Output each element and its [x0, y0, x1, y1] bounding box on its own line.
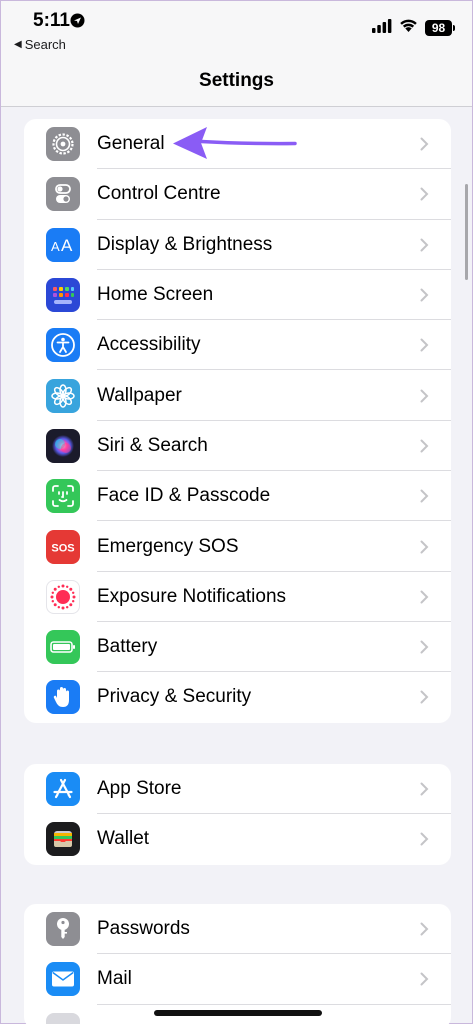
accessibility-icon — [46, 328, 80, 363]
arrow-annotation-icon — [171, 125, 297, 166]
settings-row-passwords[interactable]: Passwords — [24, 904, 451, 955]
wallet-icon — [46, 822, 80, 857]
exposure-icon — [46, 579, 80, 614]
chevron-right-icon — [420, 389, 429, 408]
settings-row-label: Siri & Search — [97, 434, 208, 456]
svg-text:SOS: SOS — [51, 542, 74, 554]
settings-row-display-brightness[interactable]: A A Display & Brightness — [24, 220, 451, 270]
key-icon — [46, 912, 80, 947]
settings-row-label: Battery — [97, 636, 158, 658]
chevron-right-icon — [420, 590, 429, 609]
chevron-right-icon — [420, 972, 429, 991]
siri-icon — [46, 428, 80, 463]
scroll-indicator[interactable] — [465, 184, 468, 280]
svg-text:A: A — [51, 239, 60, 254]
settings-row-label: App Store — [97, 778, 182, 800]
settings-row-wallet[interactable]: Wallet — [24, 814, 451, 864]
settings-row-battery[interactable]: Battery — [24, 622, 451, 673]
chevron-right-icon — [420, 137, 429, 156]
hand-icon — [46, 680, 80, 715]
settings-row-app-store[interactable]: App Store — [24, 764, 451, 815]
cellular-signal-icon — [372, 19, 392, 38]
status-time: 5:11 — [33, 10, 70, 31]
svg-text:A: A — [61, 236, 73, 255]
settings-row-accessibility[interactable]: Accessibility — [24, 320, 451, 371]
back-to-search-link[interactable]: ◀ Search — [14, 37, 66, 52]
flower-icon — [46, 378, 80, 413]
chevron-right-icon — [420, 640, 429, 659]
settings-row-label: Wallpaper — [97, 384, 182, 406]
settings-row-label: General — [97, 133, 165, 155]
settings-row-label: Wallet — [97, 828, 150, 850]
settings-row-label: Emergency SOS — [97, 535, 239, 557]
settings-row-label: Mail — [97, 968, 132, 990]
battery-icon — [46, 630, 80, 665]
back-arrow-icon: ◀ — [14, 39, 22, 50]
settings-row-face-id[interactable]: Face ID & Passcode — [24, 471, 451, 522]
settings-row-label: Control Centre — [97, 183, 221, 205]
settings-row-control-centre[interactable]: Control Centre — [24, 169, 451, 220]
face-id-icon — [46, 479, 80, 514]
settings-row-label: Passwords — [97, 918, 190, 940]
chevron-right-icon — [420, 832, 429, 851]
settings-row-label: Exposure Notifications — [97, 585, 287, 607]
settings-row-exposure-notifications[interactable]: Exposure Notifications — [24, 572, 451, 622]
wifi-icon — [398, 17, 419, 38]
text-size-icon: A A — [46, 227, 80, 262]
settings-row-label: Accessibility — [97, 334, 201, 356]
chevron-right-icon — [420, 187, 429, 206]
battery-indicator: 98 — [425, 20, 455, 36]
home-indicator[interactable] — [154, 1010, 322, 1016]
settings-row-wallpaper[interactable]: Wallpaper — [24, 370, 451, 421]
chevron-right-icon — [420, 782, 429, 801]
settings-row-privacy-security[interactable]: Privacy & Security — [24, 672, 451, 722]
settings-row-label: Display & Brightness — [97, 233, 273, 255]
chevron-right-icon — [420, 288, 429, 307]
page-title: Settings — [199, 70, 274, 91]
location-icon — [70, 13, 85, 33]
app-grid-icon — [46, 278, 80, 313]
settings-row-emergency-sos[interactable]: SOS Emergency SOS — [24, 521, 451, 572]
settings-row-home-screen[interactable]: Home Screen — [24, 270, 451, 321]
mail-icon — [46, 962, 80, 997]
settings-row-siri-search[interactable]: Siri & Search — [24, 421, 451, 472]
settings-row-mail[interactable]: Mail — [24, 954, 451, 1005]
settings-group-store: App Store Wallet — [24, 764, 451, 865]
settings-row-label: Privacy & Security — [97, 686, 252, 708]
gear-icon — [46, 127, 80, 162]
toggles-icon — [46, 177, 80, 212]
nav-bar: Settings — [1, 57, 472, 107]
chevron-right-icon — [420, 238, 429, 257]
chevron-right-icon — [420, 338, 429, 357]
contacts-icon — [46, 1012, 80, 1024]
chevron-right-icon — [420, 489, 429, 508]
status-bar: 5:11 ◀ Search 98 — [1, 1, 472, 57]
chevron-right-icon — [420, 922, 429, 941]
settings-group-main: General Control Centre A A Display & Bri… — [24, 119, 451, 723]
back-link-label: Search — [24, 37, 66, 52]
app-store-icon — [46, 772, 80, 807]
chevron-right-icon — [420, 540, 429, 559]
chevron-right-icon — [420, 439, 429, 458]
settings-row-label: Face ID & Passcode — [97, 485, 271, 507]
sos-icon: SOS — [46, 529, 80, 564]
settings-group-accounts: Passwords Mail — [24, 904, 451, 1024]
chevron-right-icon — [420, 690, 429, 709]
settings-row-label: Home Screen — [97, 284, 214, 306]
